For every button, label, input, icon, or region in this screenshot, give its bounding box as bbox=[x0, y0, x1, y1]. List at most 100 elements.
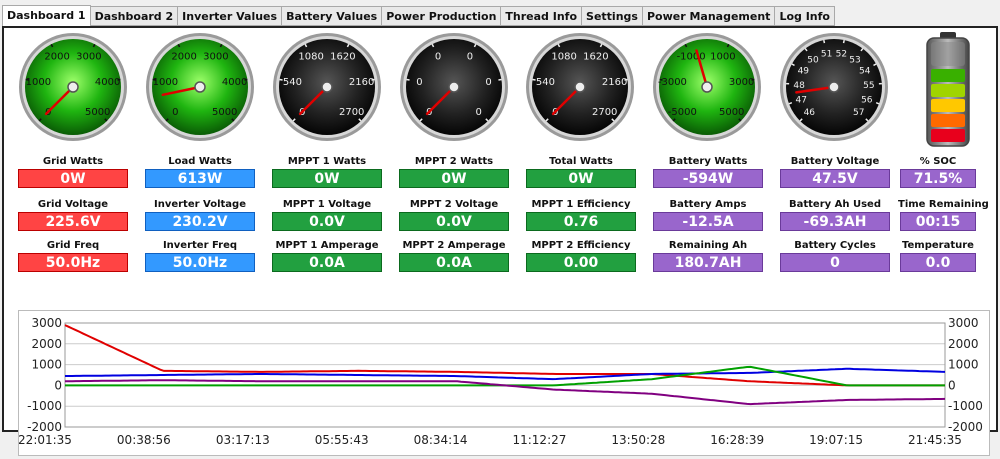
gauge-tick-label: 3000 bbox=[203, 51, 228, 62]
metric-soc: % SOC71.5% bbox=[898, 155, 978, 188]
metric-value: 180.7AH bbox=[653, 253, 763, 272]
gauge-tick-label: 1000 bbox=[710, 51, 735, 62]
metric-label: Total Watts bbox=[525, 155, 637, 168]
metric-value: -69.3AH bbox=[780, 212, 890, 231]
x-tick-label: 19:07:15 bbox=[809, 433, 863, 447]
metric-label: MPPT 1 Amperage bbox=[271, 239, 383, 252]
metric-value: 71.5% bbox=[900, 169, 976, 188]
metric-label: Inverter Freq bbox=[144, 239, 256, 252]
metric-grid-voltage: Grid Voltage225.6V bbox=[17, 198, 129, 231]
metric-inverter-freq: Inverter Freq50.0Hz bbox=[144, 239, 256, 272]
metric-label: Inverter Voltage bbox=[144, 198, 256, 211]
gauge-tick-label: 540 bbox=[283, 77, 302, 88]
tab-dashboard-1[interactable]: Dashboard 1 bbox=[2, 5, 91, 27]
x-tick-label: 11:12:27 bbox=[512, 433, 566, 447]
tab-log-info[interactable]: Log Info bbox=[775, 6, 835, 26]
metric-battery-cycles: Battery Cycles0 bbox=[779, 239, 891, 272]
gauge-tick-label: 52 bbox=[836, 49, 847, 59]
metric-label: MPPT 2 Watts bbox=[398, 155, 510, 168]
total-watts-gauge-dial: 05401080162021602700 bbox=[525, 32, 635, 142]
gauge-tick-label: -1000 bbox=[677, 51, 706, 62]
battery-segment bbox=[931, 69, 965, 82]
gauge-tick-label: 0 bbox=[416, 77, 422, 88]
gauge-tick-label: 0 bbox=[485, 77, 491, 88]
gauge-tick-label: -3000 bbox=[658, 77, 687, 88]
metric-value: -12.5A bbox=[653, 212, 763, 231]
tab-thread-info[interactable]: Thread Info bbox=[501, 6, 582, 26]
metric-battery-watts: Battery Watts-594W bbox=[652, 155, 764, 188]
y-tick-right: 0 bbox=[948, 378, 956, 392]
gauge-tick-label: 2000 bbox=[171, 51, 196, 62]
y-tick-right: -2000 bbox=[948, 420, 983, 434]
gauge-tick-label: 47 bbox=[795, 96, 806, 106]
y-tick-left: 1000 bbox=[31, 358, 62, 372]
series-line bbox=[65, 325, 945, 385]
metric-label: Battery Cycles bbox=[779, 239, 891, 252]
battery-voltage-gauge-dial: 464748495051525354555657 bbox=[779, 32, 889, 142]
metric-value: 0W bbox=[272, 169, 382, 188]
gauge-tick-label: 51 bbox=[821, 49, 832, 59]
mppt2-watts-gauge: 000000 bbox=[399, 32, 509, 142]
x-tick-label: 03:17:13 bbox=[216, 433, 270, 447]
metric-temperature: Temperature0.0 bbox=[898, 239, 978, 272]
metric-label: MPPT 2 Amperage bbox=[398, 239, 510, 252]
gauge-tick-label: 2160 bbox=[602, 77, 627, 88]
metric-battery-ah-used: Battery Ah Used-69.3AH bbox=[779, 198, 891, 231]
battery-segment bbox=[931, 129, 965, 142]
metric-label: Battery Watts bbox=[652, 155, 764, 168]
gauge-tick-label: 1000 bbox=[26, 77, 51, 88]
gauge-tick-label: 49 bbox=[798, 67, 810, 77]
metric-value: 225.6V bbox=[18, 212, 128, 231]
metric-value: 0.00 bbox=[526, 253, 636, 272]
tab-power-management[interactable]: Power Management bbox=[643, 6, 775, 26]
metric-battery-amps: Battery Amps-12.5A bbox=[652, 198, 764, 231]
metric-label: Grid Voltage bbox=[17, 198, 129, 211]
tab-dashboard-2[interactable]: Dashboard 2 bbox=[91, 6, 179, 26]
battery-watts-gauge: -5000-3000-1000100030005000 bbox=[652, 32, 762, 142]
x-tick-label: 21:45:35 bbox=[908, 433, 962, 447]
gauge-tick-label: 2700 bbox=[592, 107, 617, 118]
gauge-tick-label: 55 bbox=[863, 81, 874, 91]
metric-value: 50.0Hz bbox=[145, 253, 255, 272]
grid-watts-gauge: 010002000300040005000 bbox=[18, 32, 128, 142]
y-tick-right: 2000 bbox=[948, 337, 979, 351]
y-tick-right: 1000 bbox=[948, 358, 979, 372]
metric-mppt-1-watts: MPPT 1 Watts0W bbox=[271, 155, 383, 188]
gauge-tick-label: 56 bbox=[861, 96, 873, 106]
metric-mppt-2-amperage: MPPT 2 Amperage0.0A bbox=[398, 239, 510, 272]
gauge-tick-label: 50 bbox=[807, 56, 819, 66]
metric-value: 0W bbox=[526, 169, 636, 188]
x-tick-label: 13:50:28 bbox=[611, 433, 665, 447]
y-tick-left: -2000 bbox=[27, 420, 62, 434]
gauge-tick-label: 53 bbox=[849, 56, 860, 66]
metric-label: Remaining Ah bbox=[652, 239, 764, 252]
y-tick-left: 3000 bbox=[31, 316, 62, 330]
gauge-tick-label: 48 bbox=[793, 81, 805, 91]
metric-grid-watts: Grid Watts0W bbox=[17, 155, 129, 188]
gauge-tick-label: 0 bbox=[476, 107, 482, 118]
battery-segment bbox=[931, 114, 965, 127]
metric-label: MPPT 2 Voltage bbox=[398, 198, 510, 211]
tab-power-production[interactable]: Power Production bbox=[382, 6, 501, 26]
tab-inverter-values[interactable]: Inverter Values bbox=[178, 6, 282, 26]
gauge-tick-label: 1620 bbox=[583, 51, 608, 62]
metric-mppt-1-amperage: MPPT 1 Amperage0.0A bbox=[271, 239, 383, 272]
metric-label: Battery Amps bbox=[652, 198, 764, 211]
y-tick-right: -1000 bbox=[948, 399, 983, 413]
mppt1-watts-gauge: 05401080162021602700 bbox=[272, 32, 382, 142]
metric-value: 0 bbox=[780, 253, 890, 272]
gauge-tick-label: 5000 bbox=[719, 107, 744, 118]
metric-load-watts: Load Watts613W bbox=[144, 155, 256, 188]
tab-settings[interactable]: Settings bbox=[582, 6, 643, 26]
metric-label: MPPT 2 Efficiency bbox=[525, 239, 637, 252]
metric-value: 0.0 bbox=[900, 253, 976, 272]
y-tick-left: 0 bbox=[54, 378, 62, 392]
metric-mppt-2-watts: MPPT 2 Watts0W bbox=[398, 155, 510, 188]
battery-soc-icon bbox=[921, 32, 975, 148]
battery-segment bbox=[931, 99, 965, 112]
metric-value: 00:15 bbox=[900, 212, 976, 231]
tab-battery-values[interactable]: Battery Values bbox=[282, 6, 382, 26]
metric-mppt-2-efficiency: MPPT 2 Efficiency0.00 bbox=[525, 239, 637, 272]
metric-label: Grid Watts bbox=[17, 155, 129, 168]
metric-mppt-2-voltage: MPPT 2 Voltage0.0V bbox=[398, 198, 510, 231]
